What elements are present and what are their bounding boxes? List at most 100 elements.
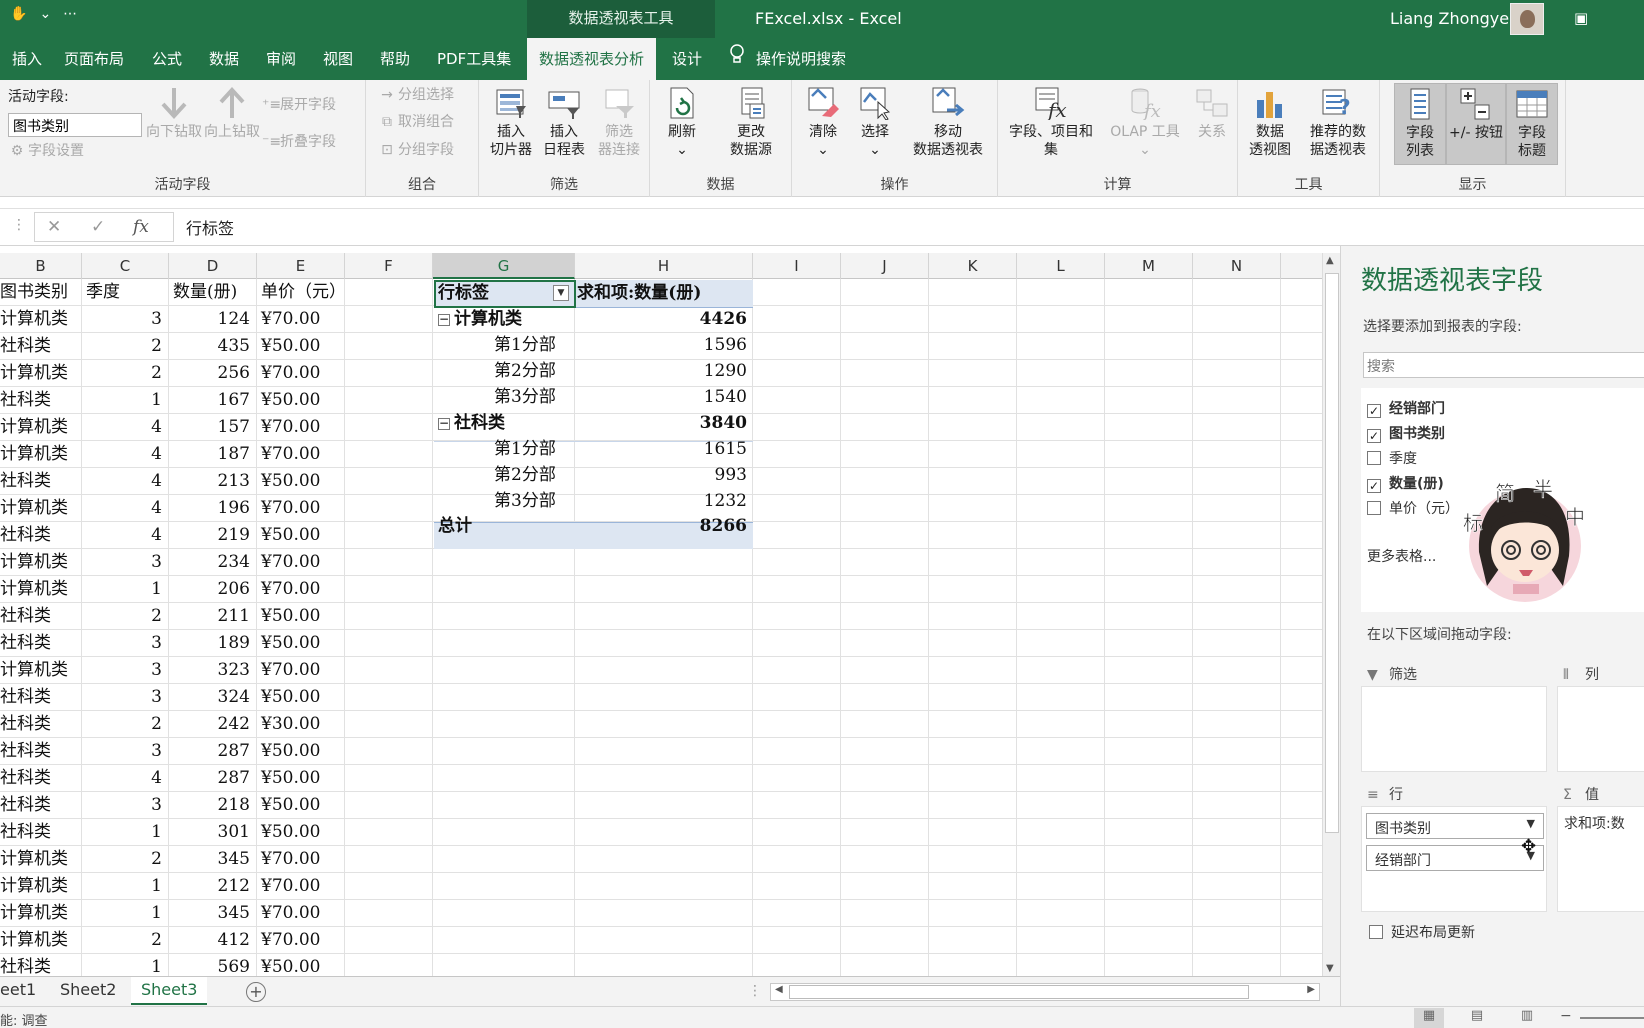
vertical-scroll-thumb[interactable] — [1325, 273, 1339, 833]
table-cell[interactable]: 3 — [82, 630, 162, 657]
table-cell[interactable]: ¥70.00 — [261, 306, 341, 333]
normal-view-icon[interactable]: ▦ — [1414, 1008, 1444, 1028]
table-cell[interactable]: ¥70.00 — [261, 549, 341, 576]
tab-help[interactable]: 帮助 — [368, 38, 422, 80]
table-cell[interactable]: ¥70.00 — [261, 414, 341, 441]
pivot-item-label[interactable]: 第3分部 — [494, 384, 584, 411]
scroll-right-icon[interactable]: ▶ — [1307, 984, 1315, 995]
table-cell[interactable]: ¥70.00 — [261, 873, 341, 900]
formula-input[interactable]: 行标签 — [186, 215, 234, 239]
table-cell[interactable]: 3 — [82, 792, 162, 819]
table-cell[interactable]: 157 — [169, 414, 250, 441]
table-cell[interactable]: 社科类 — [0, 711, 80, 738]
table-cell[interactable]: ¥70.00 — [261, 495, 341, 522]
table-cell[interactable]: ¥50.00 — [261, 954, 341, 976]
enter-icon[interactable]: ✓ — [91, 217, 105, 237]
column-header-b[interactable]: B — [0, 253, 82, 279]
table-cell[interactable]: ¥50.00 — [261, 522, 341, 549]
table-cell[interactable]: 2 — [82, 711, 162, 738]
column-header-f[interactable]: F — [345, 253, 433, 279]
pivot-group-total[interactable]: 4426 — [577, 306, 747, 333]
field-item-unit-price[interactable]: 单价（元） — [1367, 498, 1459, 518]
rows-drop-zone[interactable]: 图书类别 ▼ 经销部门 ▼ — [1361, 806, 1547, 912]
pivot-item-label[interactable]: 第2分部 — [494, 462, 584, 489]
table-cell[interactable]: 1 — [82, 900, 162, 927]
table-cell[interactable]: 4 — [82, 522, 162, 549]
column-header-d[interactable]: D — [169, 253, 257, 279]
table-cell[interactable]: ¥70.00 — [261, 360, 341, 387]
table-cell[interactable]: 社科类 — [0, 819, 80, 846]
table-cell[interactable]: 社科类 — [0, 792, 80, 819]
table-cell[interactable]: ¥50.00 — [261, 387, 341, 414]
table-cell[interactable]: 124 — [169, 306, 250, 333]
table-cell[interactable]: 2 — [82, 360, 162, 387]
table-cell[interactable]: 计算机类 — [0, 414, 80, 441]
values-drop-zone[interactable]: 求和项:数 — [1557, 806, 1644, 912]
header-cell[interactable]: 数量(册) — [173, 279, 255, 306]
drill-up-button[interactable]: 向上钻取 — [204, 86, 260, 141]
header-cell[interactable]: 季度 — [86, 279, 167, 306]
collapse-minus-icon[interactable]: − — [438, 417, 450, 430]
sheet-tab-sheet1[interactable]: eet1 — [0, 977, 46, 1005]
table-cell[interactable]: 324 — [169, 684, 250, 711]
olap-tools-button[interactable]: fx OLAP 工具 ⌄ — [1102, 86, 1188, 159]
tab-review[interactable]: 审阅 — [254, 38, 308, 80]
tab-design[interactable]: 设计 — [660, 38, 714, 80]
pivot-item-value[interactable]: 1232 — [577, 488, 747, 515]
tab-insert[interactable]: 插入 — [0, 38, 54, 80]
column-header-c[interactable]: C — [82, 253, 169, 279]
table-cell[interactable]: 社科类 — [0, 738, 80, 765]
grip-icon[interactable]: ⋮ — [12, 217, 26, 233]
change-data-source-button[interactable]: 更改 数据源 — [716, 86, 786, 159]
table-cell[interactable]: 3 — [82, 738, 162, 765]
table-cell[interactable]: ¥50.00 — [261, 819, 341, 846]
table-cell[interactable]: 社科类 — [0, 468, 80, 495]
table-cell[interactable]: ¥50.00 — [261, 738, 341, 765]
column-header-i[interactable]: I — [753, 253, 841, 279]
table-cell[interactable]: 287 — [169, 738, 250, 765]
table-cell[interactable]: 2 — [82, 927, 162, 954]
table-cell[interactable]: 社科类 — [0, 765, 80, 792]
defer-layout-update[interactable]: 延迟布局更新 — [1369, 922, 1475, 942]
table-cell[interactable]: 345 — [169, 846, 250, 873]
table-cell[interactable]: ¥50.00 — [261, 684, 341, 711]
column-header-g[interactable]: G — [433, 253, 575, 279]
table-cell[interactable]: 242 — [169, 711, 250, 738]
avatar[interactable] — [1510, 3, 1544, 35]
user-name[interactable]: Liang Zhongye — [1390, 9, 1509, 28]
insert-timeline-button[interactable]: 插入 日程表 — [537, 86, 591, 159]
pivot-sum-header[interactable]: 求和项:数量(册) — [577, 280, 753, 307]
table-cell[interactable]: 219 — [169, 522, 250, 549]
tab-split-handle[interactable]: ⋮ — [748, 983, 762, 999]
plus-minus-buttons-toggle[interactable]: +/- 按钮 — [1446, 83, 1506, 165]
vertical-scrollbar[interactable]: ▲ ▼ — [1322, 253, 1340, 976]
table-cell[interactable]: 计算机类 — [0, 495, 80, 522]
group-selection-button[interactable]: → 分组选择 — [380, 84, 454, 104]
tab-pivottable-analyze[interactable]: 数据透视表分析 — [527, 38, 657, 80]
field-checkbox[interactable] — [1367, 501, 1381, 515]
pivot-grand-label[interactable]: 总计 — [438, 513, 558, 540]
tab-page-layout[interactable]: 页面布局 — [52, 38, 136, 80]
collapse-minus-icon[interactable]: − — [438, 313, 450, 326]
cancel-icon[interactable]: ✕ — [47, 217, 61, 237]
table-cell[interactable]: 2 — [82, 603, 162, 630]
pivot-item-label[interactable]: 第2分部 — [494, 358, 584, 385]
table-cell[interactable]: 4 — [82, 414, 162, 441]
table-cell[interactable]: 211 — [169, 603, 250, 630]
field-checkbox[interactable]: ✓ — [1367, 404, 1381, 418]
table-cell[interactable]: ¥30.00 — [261, 711, 341, 738]
touch-mode-icon[interactable]: ✋ — [10, 6, 27, 22]
field-checkbox[interactable]: ✓ — [1367, 479, 1381, 493]
pivot-item-label[interactable]: 第1分部 — [494, 436, 584, 463]
insert-function-icon[interactable]: fx — [133, 217, 149, 237]
table-cell[interactable]: 社科类 — [0, 603, 80, 630]
customize-qat-icon[interactable]: ⋯ — [63, 6, 77, 22]
field-checkbox[interactable] — [1367, 451, 1381, 465]
table-cell[interactable]: 计算机类 — [0, 846, 80, 873]
field-item-department[interactable]: ✓ 经销部门 — [1367, 398, 1445, 418]
collapse-field-button[interactable]: ⁻≡折叠字段 — [262, 131, 336, 151]
chevron-down-icon[interactable]: ▼ — [1527, 817, 1535, 830]
column-header-l[interactable]: L — [1017, 253, 1105, 279]
filter-connections-button[interactable]: 筛选 器连接 — [591, 86, 647, 159]
tab-pdf-tools[interactable]: PDF工具集 — [425, 38, 523, 80]
